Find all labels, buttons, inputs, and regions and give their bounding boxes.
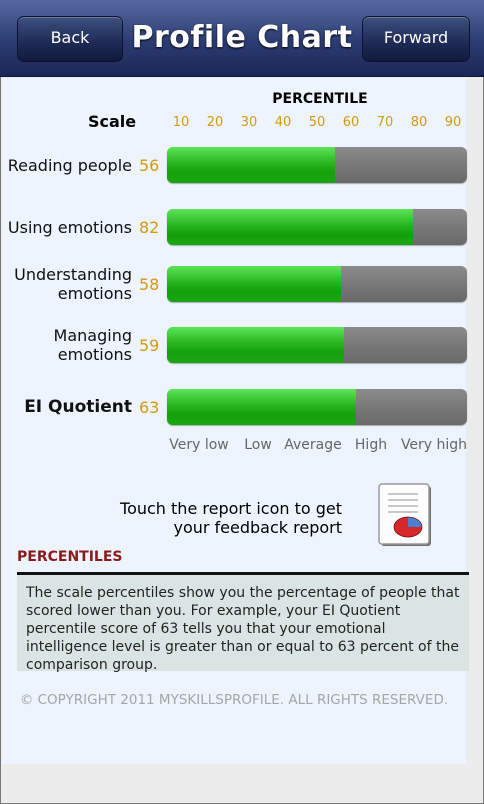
value-label: 58 bbox=[139, 275, 160, 294]
report-instructions-line1: Touch the report icon to get bbox=[120, 499, 342, 518]
category-label: Using emotions bbox=[7, 217, 132, 237]
x-tick-label: 90 bbox=[444, 115, 462, 130]
scale-label: Scale bbox=[88, 112, 137, 131]
category-label: Managing emotions bbox=[53, 326, 132, 364]
x-tick-label: 60 bbox=[342, 115, 360, 130]
forward-button[interactable]: Forward bbox=[362, 16, 470, 62]
forward-button-label: Forward bbox=[383, 27, 449, 47]
page-title: Profile Chart bbox=[131, 20, 353, 55]
report-instructions: Touch the report icon to get your feedba… bbox=[120, 499, 342, 537]
bar bbox=[167, 389, 356, 425]
x-tick-label: 80 bbox=[410, 115, 428, 130]
bar bbox=[167, 147, 335, 183]
bar bbox=[167, 327, 344, 363]
value-label: 56 bbox=[139, 156, 160, 175]
bar bbox=[167, 209, 413, 245]
value-label: 82 bbox=[139, 218, 160, 237]
back-button-label: Back bbox=[50, 27, 90, 47]
x-tick-label: 20 bbox=[206, 115, 224, 130]
value-label: 63 bbox=[139, 398, 160, 417]
report-pie-chart-icon[interactable] bbox=[378, 483, 434, 549]
category-label: Understanding emotions bbox=[14, 265, 132, 303]
report-instructions-line2: your feedback report bbox=[173, 518, 342, 537]
category-label: Reading people bbox=[7, 155, 132, 175]
value-label: 59 bbox=[139, 336, 160, 355]
category-label: EI Quotient bbox=[24, 396, 132, 417]
x-tick-label: 30 bbox=[240, 115, 258, 130]
header-bar: Back Profile Chart Forward bbox=[0, 0, 484, 77]
back-button[interactable]: Back bbox=[17, 16, 123, 62]
band-label: Very high bbox=[400, 437, 468, 453]
x-tick-label: 50 bbox=[308, 115, 326, 130]
bar bbox=[167, 266, 341, 302]
copyright-text: © COPYRIGHT 2011 MYSKILLSPROFILE. ALL RI… bbox=[19, 692, 449, 708]
x-tick-label: 40 bbox=[274, 115, 292, 130]
chart-title: PERCENTILE bbox=[272, 91, 368, 107]
percentiles-explanation: The scale percentiles show you the perce… bbox=[17, 575, 469, 673]
x-tick-label: 10 bbox=[172, 115, 190, 130]
x-tick-label: 70 bbox=[376, 115, 394, 130]
percentiles-heading: PERCENTILES bbox=[17, 549, 123, 565]
content-area: PERCENTILE Scale 10 20 30 40 50 60 70 80 90 Readi… bbox=[2, 78, 469, 764]
